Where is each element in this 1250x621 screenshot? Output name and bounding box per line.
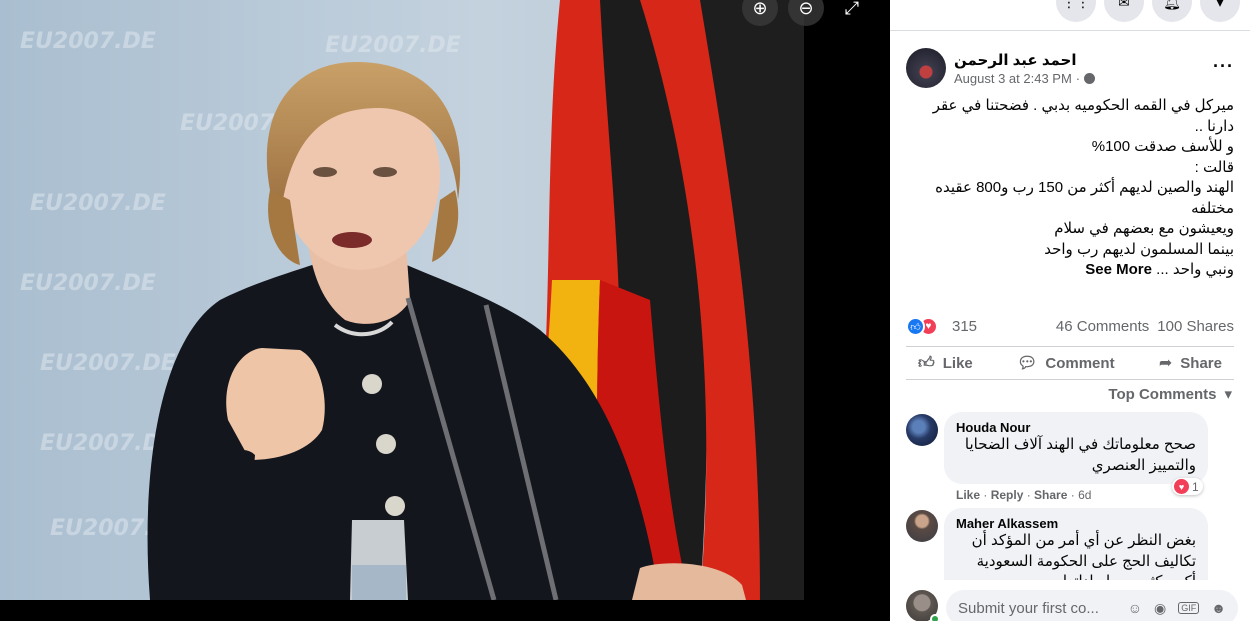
- svg-text:EU2007.DE: EU2007.DE: [40, 351, 176, 376]
- fullscreen-icon[interactable]: ⤢: [834, 0, 870, 26]
- post-text-last-line: ونبي واحد ... See More: [906, 260, 1234, 281]
- post-text-line: ونبي واحد ...: [1156, 261, 1234, 278]
- like-reaction-icon: 👍︎: [906, 317, 925, 336]
- thumbs-up-icon: 👍︎: [918, 354, 935, 372]
- comment-links: Like · Reply · Share · 6d: [956, 488, 1092, 502]
- svg-text:EU2007.DE: EU2007.DE: [20, 271, 156, 296]
- viewer-toolbar: ⊕ ⊖ ⤢: [742, 0, 870, 26]
- post-text-line: الهند والصين لديهم أكثر من 150 رب و800 ع…: [935, 179, 1234, 217]
- commenter-avatar[interactable]: [906, 510, 938, 542]
- comment-like-link[interactable]: Like: [956, 488, 980, 502]
- comment-button[interactable]: 💬︎ Comment: [1005, 353, 1126, 373]
- gif-icon[interactable]: GIF: [1178, 602, 1200, 614]
- emoji-icon[interactable]: ☺: [1128, 600, 1142, 616]
- post-stats: 👍︎ ♥ 315 46 Comments 100 Shares: [906, 316, 1234, 338]
- see-more-link[interactable]: See More: [1085, 261, 1152, 278]
- commenter-name[interactable]: Houda Nour: [956, 420, 1196, 435]
- comment-age[interactable]: 6d: [1078, 488, 1091, 502]
- notifications-icon[interactable]: 🔔︎: [1152, 0, 1192, 22]
- post-text-line: بينما المسلمون لديهم رب واحد: [1044, 240, 1234, 258]
- post-timestamp[interactable]: August 3 at 2:43 PM: [954, 71, 1072, 86]
- shares-count[interactable]: 100 Shares: [1157, 318, 1234, 335]
- post-header: احمد عبد الرحمن August 3 at 2:43 PM · ··…: [906, 46, 1234, 92]
- comment-bubble: Houda Nour صحح معلوماتك في الهند آلاف ال…: [944, 412, 1208, 484]
- comment-input[interactable]: Submit your first co... ☺ ◉ GIF ☻: [946, 590, 1238, 621]
- zoom-in-icon[interactable]: ⊕: [742, 0, 778, 26]
- svg-text:EU2007.DE: EU2007.DE: [325, 33, 461, 58]
- header-divider: [890, 30, 1250, 31]
- post-text-line: قالت :: [1194, 158, 1234, 176]
- reaction-count[interactable]: 315: [952, 318, 977, 335]
- post-meta: August 3 at 2:43 PM ·: [954, 71, 1096, 86]
- author-name[interactable]: احمد عبد الرحمن: [954, 51, 1077, 69]
- commenter-name[interactable]: Maher Alkassem: [956, 516, 1196, 531]
- post-panel: ⋮⋮ ✉ 🔔︎ ▾ احمد عبد الرحمن August 3 at 2:…: [890, 0, 1250, 621]
- comment-text: صحح معلوماتك في الهند آلاف الضحايا والتم…: [964, 436, 1196, 474]
- online-status-dot: [930, 614, 940, 621]
- post-text: ميركل في القمه الحكوميه بدبي . فضحتنا في…: [906, 96, 1234, 281]
- comment-item: Houda Nour صحح معلوماتك في الهند آلاف ال…: [906, 412, 1234, 508]
- comment-bubble-icon: 💬︎: [1017, 355, 1038, 372]
- share-button[interactable]: ➦ Share: [1147, 353, 1234, 373]
- comment-text: بغض النظر عن أي أمر من المؤكد أن تكاليف …: [971, 532, 1196, 580]
- comment-reaction-count: 1: [1192, 479, 1199, 494]
- photo-viewer: EU2007.DE EU2007.DE EU2007 EU2007.DE EU2…: [0, 0, 890, 621]
- comment-sort-dropdown[interactable]: Top Comments ▾: [1108, 385, 1232, 404]
- share-label: Share: [1180, 354, 1222, 372]
- post-text-line: و للأسف صدقت 100%: [1091, 138, 1234, 155]
- more-options-icon[interactable]: ···: [1213, 56, 1234, 77]
- menu-grid-icon[interactable]: ⋮⋮: [1056, 0, 1096, 22]
- comment-reactions[interactable]: ♥ 1: [1172, 478, 1203, 495]
- camera-icon[interactable]: ◉: [1154, 600, 1166, 617]
- comment-reply-link[interactable]: Reply: [991, 488, 1024, 502]
- comment-label: Comment: [1045, 354, 1115, 372]
- account-caret-icon[interactable]: ▾: [1200, 0, 1240, 22]
- post-text-line: ويعيشون مع بعضهم في سلام: [1054, 220, 1234, 237]
- svg-text:EU2007: EU2007: [180, 111, 275, 136]
- zoom-out-icon[interactable]: ⊖: [788, 0, 824, 26]
- svg-text:EU2007.DE: EU2007.DE: [30, 191, 166, 216]
- sort-label: Top Comments: [1108, 385, 1217, 403]
- reaction-icons[interactable]: 👍︎ ♥: [906, 317, 938, 336]
- love-reaction-icon: ♥: [1174, 479, 1189, 494]
- sticker-icon[interactable]: ☻: [1211, 600, 1226, 616]
- comment-share-link[interactable]: Share: [1034, 488, 1067, 502]
- svg-text:EU2007.DE: EU2007.DE: [20, 29, 156, 54]
- post-photo: EU2007.DE EU2007.DE EU2007 EU2007.DE EU2…: [0, 0, 804, 600]
- comment-item: Maher Alkassem بغض النظر عن أي أمر من ال…: [906, 508, 1234, 580]
- meta-separator: ·: [1075, 71, 1081, 86]
- post-text-line: ميركل في القمه الحكوميه بدبي . فضحتنا في…: [932, 97, 1234, 135]
- share-arrow-icon: ➦: [1158, 355, 1173, 372]
- top-navigation: ⋮⋮ ✉ 🔔︎ ▾: [1056, 0, 1250, 22]
- author-avatar[interactable]: [906, 48, 946, 88]
- comment-input-placeholder: Submit your first co...: [958, 599, 1099, 617]
- globe-icon: [1084, 73, 1096, 84]
- comment-composer: Submit your first co... ☺ ◉ GIF ☻: [890, 586, 1250, 621]
- messenger-icon[interactable]: ✉: [1104, 0, 1144, 22]
- like-button[interactable]: 👍︎ Like: [906, 354, 985, 373]
- comments-count[interactable]: 46 Comments: [1056, 318, 1149, 335]
- like-label: Like: [942, 354, 973, 372]
- engagement-counts: 46 Comments 100 Shares: [1056, 318, 1234, 335]
- comment-bubble: Maher Alkassem بغض النظر عن أي أمر من ال…: [944, 508, 1208, 580]
- chevron-down-icon: ▾: [1224, 386, 1232, 403]
- commenter-avatar[interactable]: [906, 414, 938, 446]
- post-actions: 👍︎ Like 💬︎ Comment ➦ Share: [906, 346, 1234, 380]
